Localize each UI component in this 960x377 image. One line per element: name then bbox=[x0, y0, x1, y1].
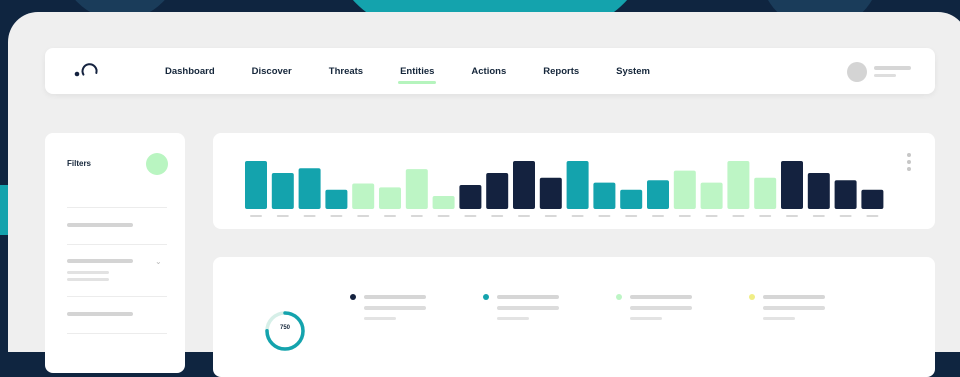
top-navbar: Dashboard Discover Threats Entities Actions R… bbox=[45, 48, 935, 94]
chart-bar[interactable] bbox=[754, 177, 777, 209]
chart-bar[interactable] bbox=[405, 169, 428, 209]
x-tick-placeholder bbox=[732, 215, 745, 217]
kebab-menu-icon[interactable] bbox=[907, 153, 913, 174]
legend-dot bbox=[616, 294, 622, 300]
chart-bar[interactable] bbox=[298, 168, 321, 209]
x-tick-placeholder bbox=[786, 215, 798, 217]
chart-bar[interactable] bbox=[513, 161, 535, 209]
x-tick-placeholder bbox=[812, 215, 825, 217]
user-name-placeholder bbox=[874, 66, 911, 70]
filters-toggle-button[interactable] bbox=[146, 153, 168, 175]
filters-panel: Filters ⌄ bbox=[45, 133, 185, 373]
nav-item-system[interactable]: System bbox=[616, 66, 650, 77]
x-tick-placeholder bbox=[410, 215, 423, 217]
x-tick-placeholder bbox=[250, 215, 262, 217]
legend-dot bbox=[749, 294, 755, 300]
logo-icon[interactable] bbox=[73, 60, 103, 82]
x-tick-placeholder bbox=[276, 215, 289, 217]
chart-bar[interactable] bbox=[700, 182, 723, 209]
nav-item-threats[interactable]: Threats bbox=[329, 66, 363, 77]
chart-bar[interactable] bbox=[620, 189, 643, 209]
chart-bar[interactable] bbox=[807, 173, 830, 209]
user-avatar[interactable] bbox=[847, 62, 867, 82]
chart-bar[interactable] bbox=[271, 173, 294, 209]
x-tick-placeholder bbox=[866, 215, 879, 217]
nav-item-discover[interactable]: Discover bbox=[252, 66, 292, 77]
bar-chart bbox=[245, 161, 884, 217]
x-tick-placeholder bbox=[357, 215, 370, 217]
x-tick-placeholder bbox=[384, 215, 396, 217]
divider bbox=[67, 244, 167, 245]
divider bbox=[67, 296, 167, 297]
chart-bar[interactable] bbox=[647, 180, 669, 209]
filter-option-subtext bbox=[67, 278, 109, 281]
filter-option-subtext bbox=[67, 271, 109, 274]
chart-bar[interactable] bbox=[834, 180, 857, 209]
summary-card: 750 bbox=[213, 257, 935, 377]
chevron-down-icon[interactable]: ⌄ bbox=[155, 257, 162, 266]
x-tick-placeholder bbox=[303, 215, 316, 217]
chart-bar[interactable] bbox=[539, 177, 562, 209]
donut-chart bbox=[265, 311, 305, 351]
chart-bar[interactable] bbox=[379, 187, 401, 209]
app-window: Dashboard Discover Threats Entities Actions R… bbox=[8, 12, 960, 377]
filters-title: Filters bbox=[67, 159, 92, 168]
nav-item-dashboard[interactable]: Dashboard bbox=[165, 66, 215, 77]
chart-bar[interactable] bbox=[727, 161, 750, 209]
x-tick-placeholder bbox=[437, 215, 450, 217]
legend-dot bbox=[350, 294, 356, 300]
x-tick-placeholder bbox=[625, 215, 638, 217]
filter-option-expandable[interactable] bbox=[67, 259, 133, 263]
x-tick-placeholder bbox=[759, 215, 772, 217]
x-tick-placeholder bbox=[491, 215, 504, 217]
chart-bar[interactable] bbox=[325, 189, 348, 209]
x-tick-placeholder bbox=[598, 215, 611, 217]
filter-option[interactable] bbox=[67, 312, 133, 316]
chart-bar[interactable] bbox=[352, 183, 375, 209]
chart-bar[interactable] bbox=[781, 161, 803, 209]
chart-bar[interactable] bbox=[245, 161, 267, 209]
nav-item-reports[interactable]: Reports bbox=[543, 66, 579, 77]
x-tick-placeholder bbox=[678, 215, 691, 217]
chart-bar[interactable] bbox=[593, 182, 616, 209]
divider bbox=[67, 207, 167, 208]
x-tick-placeholder bbox=[330, 215, 343, 217]
main-nav: Dashboard Discover Threats Entities Actions R… bbox=[165, 48, 687, 94]
filter-option[interactable] bbox=[67, 223, 133, 227]
donut-value: 750 bbox=[279, 325, 290, 331]
chart-bar[interactable] bbox=[459, 185, 482, 209]
legend-dot bbox=[483, 294, 489, 300]
x-tick-placeholder bbox=[571, 215, 584, 217]
x-tick-placeholder bbox=[705, 215, 718, 217]
x-tick-placeholder bbox=[652, 215, 664, 217]
chart-bar[interactable] bbox=[432, 196, 455, 209]
divider bbox=[67, 333, 167, 334]
x-tick-placeholder bbox=[544, 215, 557, 217]
chart-bar[interactable] bbox=[861, 189, 884, 209]
chart-bar[interactable] bbox=[673, 170, 696, 209]
x-tick-placeholder bbox=[518, 215, 530, 217]
bar-chart-card bbox=[213, 133, 935, 229]
x-tick-placeholder bbox=[839, 215, 852, 217]
chart-bar[interactable] bbox=[486, 173, 509, 209]
nav-item-actions[interactable]: Actions bbox=[471, 66, 506, 77]
chart-bar[interactable] bbox=[566, 161, 589, 209]
user-role-placeholder bbox=[874, 74, 896, 77]
nav-item-entities[interactable]: Entities bbox=[398, 66, 437, 84]
x-tick-placeholder bbox=[464, 215, 477, 217]
